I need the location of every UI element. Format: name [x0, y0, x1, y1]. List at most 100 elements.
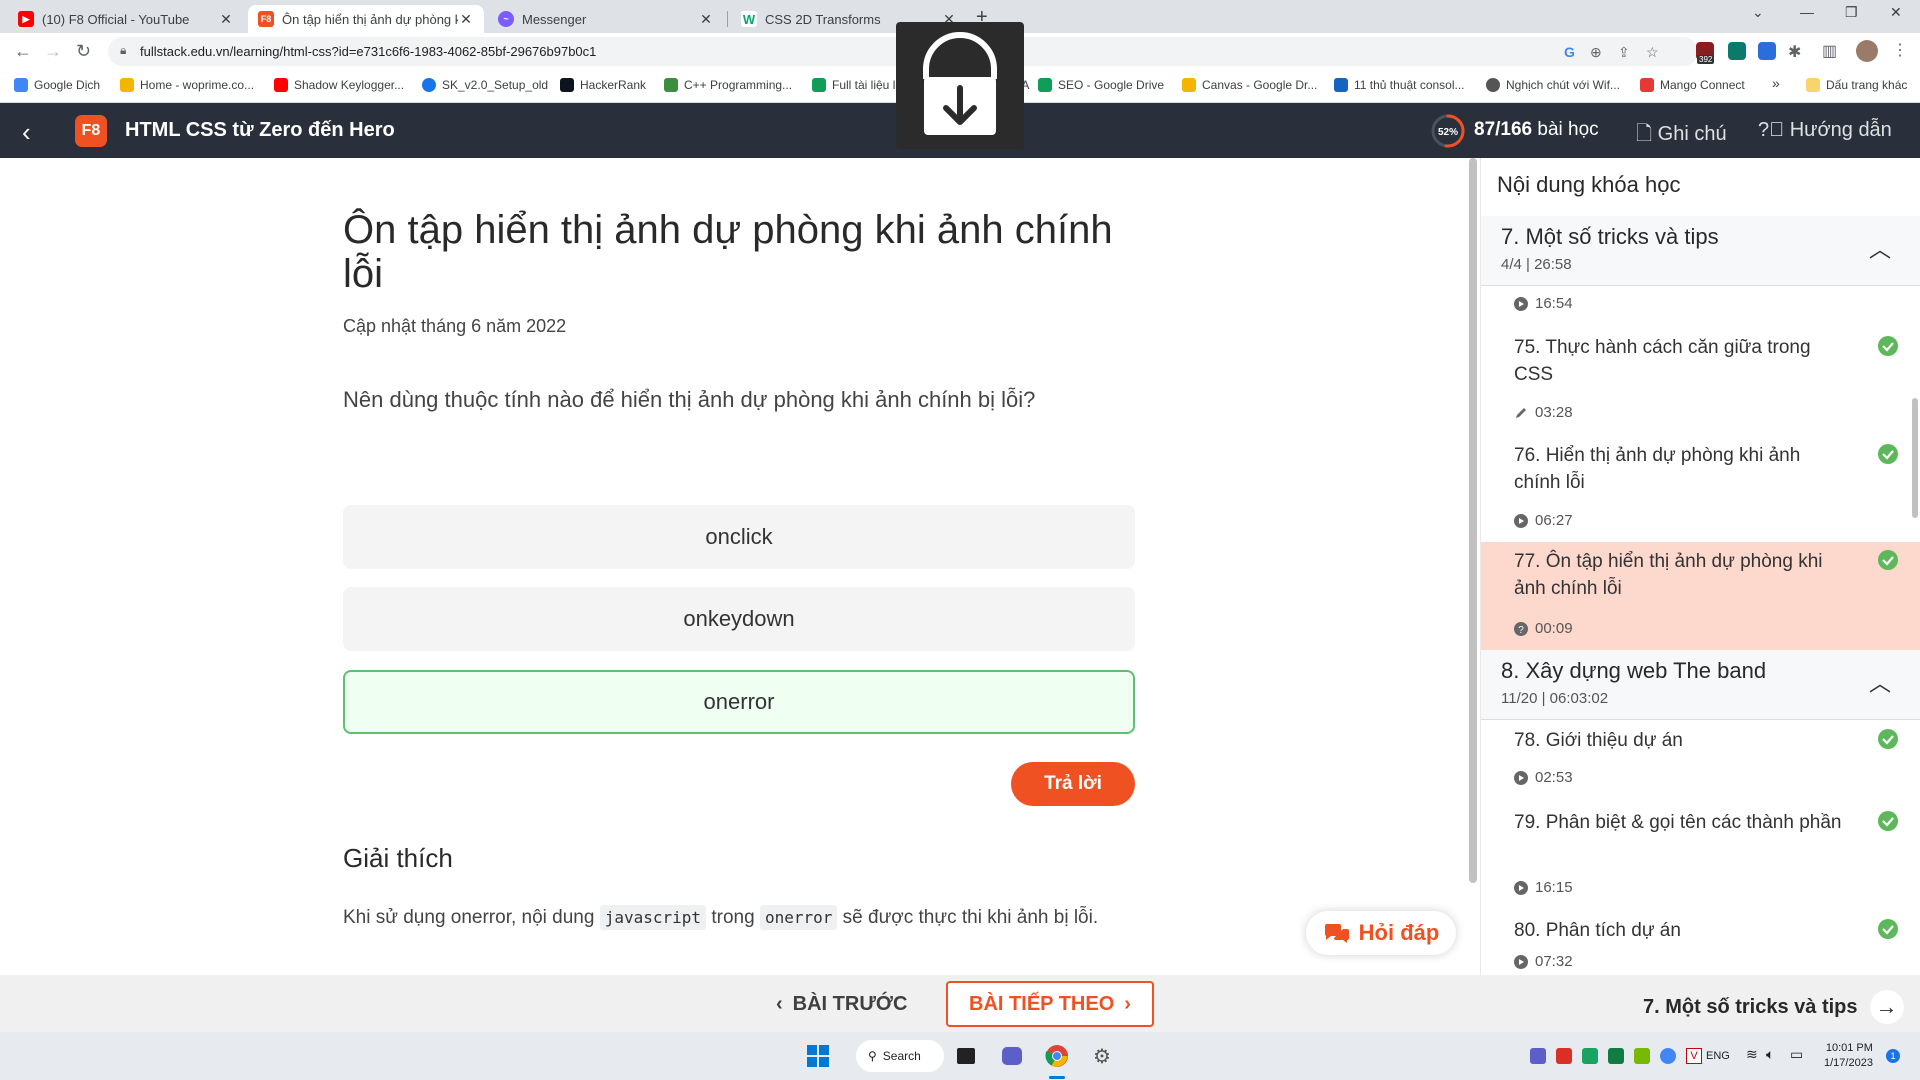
youtube-icon: ▶ [18, 11, 34, 27]
extension-icon[interactable] [1728, 42, 1746, 60]
volume-icon[interactable]: 🔈︎ [1766, 1046, 1774, 1063]
windows-taskbar: ⚲ Search ⚙ V ENG ≋ 🔈︎ ▭ 10:01 PM 1/17/20… [0, 1032, 1920, 1080]
bookmark-item[interactable]: Google Dịch [14, 78, 100, 92]
bookmark-item[interactable]: SEO - Google Drive [1038, 78, 1164, 92]
zoom-icon[interactable]: ⊕ [1590, 44, 1602, 61]
lesson-item[interactable]: 78. Giới thiệu dự án 02:53 [1481, 721, 1920, 801]
lock-icon[interactable]: 🔒︎ [120, 43, 126, 58]
bookmark-item[interactable]: 11 thủ thuật consol... [1334, 78, 1465, 92]
chevron-up-icon[interactable]: ︿ [1869, 232, 1891, 264]
lesson-item[interactable]: 75. Thực hành cách căn giữa trong CSS 03… [1481, 328, 1920, 436]
bookmark-item[interactable]: Nghịch chút với Wif... [1486, 78, 1620, 92]
answer-option[interactable]: onkeydown [343, 587, 1135, 651]
main-scrollbar[interactable] [1469, 158, 1477, 883]
close-tab-icon[interactable]: ✕ [458, 11, 474, 28]
lesson-item[interactable]: 79. Phân biệt & gọi tên các thành phần 1… [1481, 803, 1920, 911]
answer-option[interactable]: onclick [343, 505, 1135, 569]
bookmark-star-icon[interactable]: ☆ [1646, 44, 1659, 61]
extensions-puzzle-icon[interactable]: ✱ [1788, 42, 1801, 62]
restore-icon[interactable]: ❐ [1845, 4, 1858, 21]
tray-app-icon[interactable] [1608, 1048, 1624, 1064]
windows-start-icon[interactable] [806, 1044, 830, 1068]
tab-title: Ôn tập hiển thị ảnh dự phòng kh [282, 11, 458, 27]
browser-tab-messenger[interactable]: ~ Messenger ✕ [488, 5, 724, 33]
chevron-up-icon[interactable]: ︿ [1869, 666, 1891, 698]
lesson-bottom-nav: ‹ BÀI TRƯỚC BÀI TIẾP THEO › 7. Một số tr… [0, 975, 1920, 1032]
prev-lesson-button[interactable]: ‹ BÀI TRƯỚC [776, 987, 907, 1021]
search-icon: ⚲ [868, 1049, 877, 1063]
download-icon [923, 32, 997, 135]
minimize-icon[interactable]: — [1800, 4, 1814, 20]
submit-answer-button[interactable]: Trả lời [1011, 762, 1135, 806]
answer-option-selected[interactable]: onerror [343, 670, 1135, 734]
lesson-item-active[interactable]: 77. Ôn tập hiển thị ảnh dự phòng khi ảnh… [1481, 542, 1920, 650]
chevron-left-icon[interactable]: ‹ [22, 117, 31, 148]
bookmark-item[interactable]: Canvas - Google Dr... [1182, 78, 1317, 92]
google-drive-icon [1038, 78, 1052, 92]
bookmark-item[interactable]: Shadow Keylogger... [274, 78, 404, 92]
folder-icon [1806, 78, 1820, 92]
bookmark-item[interactable]: Home - woprime.co... [120, 78, 254, 92]
close-tab-icon[interactable]: ✕ [218, 11, 234, 28]
play-circle-icon [1514, 770, 1528, 785]
section-header[interactable]: 7. Một số tricks và tips 4/4 | 26:58 ︿ [1481, 216, 1920, 286]
notification-badge[interactable]: 1 [1886, 1049, 1900, 1063]
tray-app-icon[interactable] [1556, 1048, 1572, 1064]
download-overlay[interactable] [896, 22, 1024, 149]
browser-tab-f8-active[interactable]: F8 Ôn tập hiển thị ảnh dự phòng kh ✕ [248, 5, 484, 33]
tray-app-icon[interactable] [1530, 1048, 1546, 1064]
f8-logo[interactable]: F8 [75, 115, 107, 147]
taskbar-search[interactable]: ⚲ Search [856, 1040, 944, 1072]
explanation-heading: Giải thích [343, 843, 453, 873]
bookmark-item[interactable]: C++ Programming... [664, 78, 792, 92]
reload-icon[interactable]: ↻ [76, 41, 91, 62]
question-text: Nên dùng thuộc tính nào để hiển thị ảnh … [343, 387, 1036, 412]
google-translate-icon[interactable]: G [1564, 44, 1575, 60]
profile-avatar[interactable] [1856, 40, 1878, 62]
lesson-item[interactable]: 76. Hiển thị ảnh dự phòng khi ảnh chính … [1481, 436, 1920, 544]
wifi-icon[interactable]: ≋ [1746, 1046, 1758, 1063]
taskbar-clock[interactable]: 10:01 PM 1/17/2023 [1824, 1041, 1873, 1071]
bookmarks-more-button[interactable]: » [1772, 75, 1780, 91]
language-indicator[interactable]: ENG [1706, 1050, 1730, 1062]
w3schools-icon: W [741, 11, 757, 27]
lesson-item[interactable]: 80. Phân tích dự án 07:32 [1481, 911, 1920, 975]
shield-extension-icon[interactable] [1758, 42, 1776, 60]
notes-button[interactable]: 🗋︎ Ghi chú [1636, 119, 1727, 153]
forward-arrow-icon[interactable]: → [44, 41, 62, 62]
next-lesson-button[interactable]: BÀI TIẾP THEO › [946, 981, 1154, 1027]
tab-search-icon[interactable]: ⌄ [1752, 4, 1764, 21]
section-toggle[interactable]: 7. Một số tricks và tips → [1643, 990, 1904, 1024]
chevron-left-icon: ‹ [776, 992, 783, 1015]
inline-code: onerror [759, 905, 838, 930]
bookmark-item[interactable]: SK_v2.0_Setup_old [422, 78, 548, 92]
bookmark-item[interactable]: HackerRank [560, 78, 646, 92]
close-window-icon[interactable]: ✕ [1890, 4, 1902, 21]
close-tab-icon[interactable]: ✕ [698, 11, 714, 28]
bookmark-label: HackerRank [580, 78, 647, 92]
tray-app-icon[interactable] [1660, 1048, 1676, 1064]
browser-tab-youtube[interactable]: ▶ (10) F8 Official - YouTube ✕ [8, 5, 244, 33]
task-view-icon[interactable] [954, 1044, 978, 1068]
tray-app-icon[interactable] [1634, 1048, 1650, 1064]
share-icon[interactable]: ⇪ [1618, 44, 1630, 61]
settings-gear-icon[interactable]: ⚙ [1090, 1044, 1114, 1068]
tray-app-icon[interactable] [1582, 1048, 1598, 1064]
more-menu-icon[interactable]: ⋮ [1892, 40, 1908, 60]
chrome-icon[interactable] [1045, 1044, 1069, 1068]
side-panel-icon[interactable]: ▥ [1822, 41, 1837, 61]
bookmark-favicon [422, 78, 436, 92]
other-bookmarks-folder[interactable]: Dấu trang khác [1806, 78, 1907, 92]
back-arrow-icon[interactable]: ← [14, 41, 32, 62]
check-circle-icon [1878, 336, 1898, 356]
arrow-right-icon[interactable]: → [1869, 990, 1904, 1024]
qa-button[interactable]: Hỏi đáp [1306, 911, 1456, 955]
sidebar-scrollbar[interactable] [1912, 398, 1918, 518]
teams-chat-icon[interactable] [1000, 1044, 1024, 1068]
url-text[interactable]: fullstack.edu.vn/learning/html-css?id=e7… [140, 44, 596, 59]
section-header[interactable]: 8. Xây dựng web The band 11/20 | 06:03:0… [1481, 650, 1920, 720]
bookmark-item[interactable]: Mango Connect [1640, 78, 1745, 92]
guide-button[interactable]: ?⃝ Hướng dẫn [1758, 119, 1892, 142]
tray-app-icon[interactable]: V [1686, 1048, 1702, 1064]
battery-icon[interactable]: ▭ [1790, 1046, 1803, 1063]
